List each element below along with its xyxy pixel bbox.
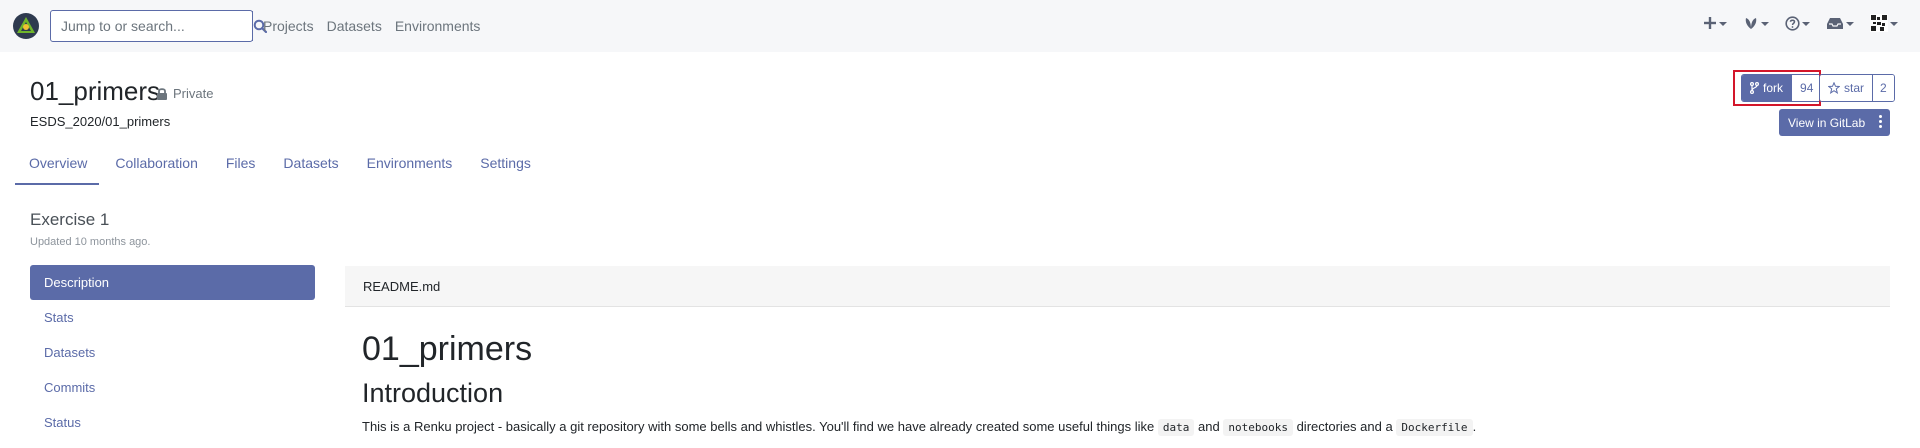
tab-overview[interactable]: Overview [15, 155, 101, 183]
visibility-label: Private [173, 86, 214, 101]
lock-icon [157, 88, 167, 100]
fork-icon [1750, 82, 1759, 94]
fork-button-group: fork 94 [1741, 74, 1823, 102]
renku-menu[interactable] [1743, 16, 1769, 30]
sidenav-item-datasets[interactable]: Datasets [30, 335, 315, 370]
readme-text: directories and a [1296, 419, 1393, 434]
top-navbar: Projects Datasets Environments [0, 0, 1920, 52]
search-input[interactable] [51, 11, 252, 41]
code-dockerfile: Dockerfile [1396, 419, 1473, 436]
navbar-right-icons [1703, 14, 1898, 32]
tab-environments[interactable]: Environments [353, 155, 467, 183]
readme-subtitle: Introduction [362, 378, 504, 408]
code-notebooks: notebooks [1223, 419, 1293, 436]
avatar-icon [1870, 14, 1888, 32]
tab-settings[interactable]: Settings [466, 155, 545, 183]
top-nav-links: Projects Datasets Environments [263, 18, 480, 34]
fork-button[interactable]: fork [1742, 75, 1792, 101]
tab-collaboration[interactable]: Collaboration [101, 155, 212, 183]
kebab-icon[interactable] [1879, 115, 1882, 128]
plus-icon [1704, 17, 1716, 29]
nav-link-projects[interactable]: Projects [263, 18, 314, 34]
search-box [50, 10, 267, 42]
view-in-gitlab-button[interactable]: View in GitLab [1779, 109, 1890, 136]
star-label: star [1844, 81, 1865, 95]
readme-title: 01_primers [362, 330, 533, 368]
chevron-down-icon [1802, 22, 1810, 26]
chevron-down-icon [1719, 22, 1727, 26]
project-path: ESDS_2020/01_primers [30, 114, 171, 129]
help-menu[interactable] [1785, 15, 1810, 31]
gitlab-label: View in GitLab [1788, 115, 1866, 130]
updated-text: Updated 10 months ago. [30, 236, 151, 248]
readme-filename: README.md [363, 278, 441, 294]
overview-heading: Exercise 1 [30, 210, 110, 229]
readme-header: README.md [345, 266, 1890, 307]
readme-text: This is a Renku project - basically a gi… [362, 419, 1155, 434]
sidenav-item-stats[interactable]: Stats [30, 300, 315, 335]
active-tab-indicator [15, 183, 99, 185]
readme-text: . [1472, 419, 1477, 434]
user-menu[interactable] [1870, 14, 1898, 32]
fork-count[interactable]: 94 [1791, 75, 1822, 101]
chevron-down-icon [1846, 22, 1854, 26]
code-data: data [1157, 419, 1195, 436]
tab-files[interactable]: Files [212, 155, 270, 183]
nav-link-datasets[interactable]: Datasets [327, 18, 382, 34]
chevron-down-icon [1761, 22, 1769, 26]
renku-logo-icon[interactable] [12, 12, 40, 40]
sidenav-item-commits[interactable]: Commits [30, 370, 315, 405]
readme-text: and [1198, 419, 1220, 434]
chevron-down-icon [1890, 22, 1898, 26]
nav-link-environments[interactable]: Environments [395, 18, 481, 34]
overview-sidenav: Description Stats Datasets Commits Statu… [30, 265, 315, 440]
tab-datasets[interactable]: Datasets [269, 155, 352, 183]
help-icon [1785, 15, 1800, 31]
project-tabs: Overview Collaboration Files Datasets En… [15, 155, 545, 183]
star-icon [1828, 82, 1840, 94]
sidenav-item-description[interactable]: Description [30, 265, 315, 300]
star-count[interactable]: 2 [1872, 75, 1894, 101]
project-title: 01_primers [30, 76, 161, 106]
inbox-icon [1827, 17, 1843, 29]
star-button[interactable]: star [1820, 75, 1873, 101]
leaf-icon [1745, 18, 1757, 29]
star-button-group: star 2 [1819, 74, 1895, 102]
sidenav-item-status[interactable]: Status [30, 405, 315, 440]
new-menu[interactable] [1703, 16, 1727, 30]
inbox-menu[interactable] [1826, 17, 1854, 30]
readme-paragraph: This is a Renku project - basically a gi… [362, 419, 1477, 436]
fork-label: fork [1763, 81, 1784, 95]
visibility-badge: Private [156, 86, 213, 101]
